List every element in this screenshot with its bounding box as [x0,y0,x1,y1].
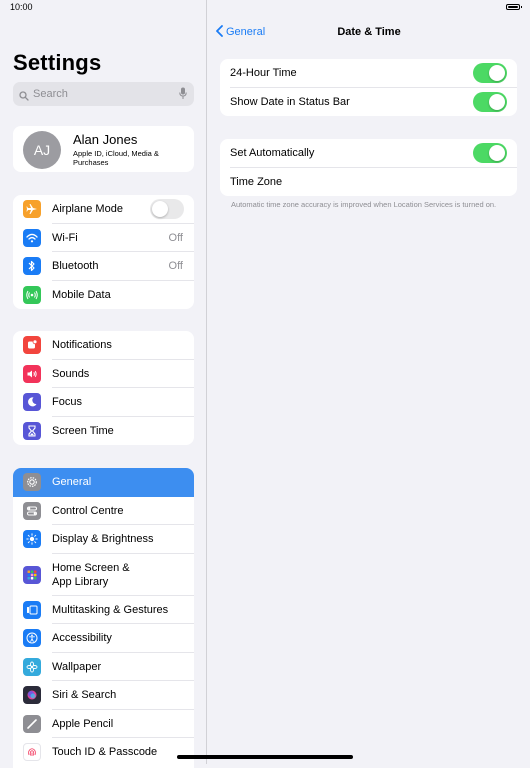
setting-label: Time Zone [230,175,283,188]
setting-label: Show Date in Status Bar [230,95,350,108]
sun-icon [23,530,41,548]
pencil-icon [23,714,41,733]
grid-icon [23,565,41,584]
moon-icon [23,393,41,411]
siri-icon [23,686,41,704]
sidebar-item-sounds[interactable]: Sounds [13,360,194,388]
sidebar-item-label: Control Centre [52,504,124,517]
wifi-status: Off [168,231,183,244]
detail-title: Date & Time [337,26,401,38]
setting-set-automatically: Set Automatically [220,139,517,168]
bluetooth-icon [23,257,41,275]
sidebar-item-label: Sounds [52,367,90,380]
setting-label: 24-Hour Time [230,67,297,79]
sidebar-item-label: Home Screen & App Library [52,561,130,588]
speaker-icon [23,364,41,383]
gear-icon [23,473,41,491]
sidebar-item-notifications[interactable]: Notifications [13,331,194,360]
avatar: AJ [23,131,61,169]
antenna-icon [23,285,41,304]
airplane-icon [23,200,41,218]
hourglass-icon [23,421,41,440]
sidebar-item-label: Siri & Search [52,689,117,701]
sidebar-item-accessibility[interactable]: Accessibility [13,624,194,653]
sidebar-item-label: Airplane Mode [52,203,123,215]
sidebar-item-screen-time[interactable]: Screen Time [13,417,194,446]
connectivity-group: Airplane Mode Wi-Fi Off Bluetooth Off Mo… [13,195,194,309]
show-date-toggle[interactable] [473,91,507,112]
airplane-mode-toggle[interactable] [150,199,184,219]
setting-label: Set Automatically [230,147,315,159]
sidebar-item-label: Screen Time [52,424,114,437]
sidebar-item-general[interactable]: General [13,468,194,497]
detail-pane: General Date & Time 24-Hour Time Show Da… [208,0,530,764]
sidebar-item-mobile-data[interactable]: Mobile Data [13,281,194,310]
sidebar-item-label: General [52,476,92,488]
notifications-group: Notifications Sounds Focus Screen Time [13,331,194,445]
sidebar-item-wifi[interactable]: Wi-Fi Off [13,224,194,252]
time-format-group: 24-Hour Time Show Date in Status Bar [220,59,517,116]
flower-icon [23,657,41,676]
time-zone-group: Set Automatically Time Zone [220,139,517,196]
bell-icon [23,336,41,354]
sidebar-item-label: Wi-Fi [52,231,78,244]
setting-24-hour-time: 24-Hour Time [220,59,517,88]
setting-time-zone[interactable]: Time Zone [220,168,517,197]
sidebar-item-control-centre[interactable]: Control Centre [13,497,194,525]
search-icon [19,88,29,106]
sidebar-item-focus[interactable]: Focus [13,388,194,417]
sidebar-item-multitasking[interactable]: Multitasking & Gestures [13,596,194,624]
bluetooth-status: Off [168,260,183,272]
profile-subtitle: Apple ID, iCloud, Media & Purchases [73,149,159,167]
home-indicator[interactable] [177,755,353,759]
fingerprint-icon [23,743,41,761]
switches-icon [23,501,41,520]
sidebar-item-label: Bluetooth [52,260,99,272]
sidebar-item-wallpaper[interactable]: Wallpaper [13,653,194,681]
setting-show-date-status-bar: Show Date in Status Bar [220,88,517,117]
sidebar-item-label: Focus [52,396,82,408]
sidebar-item-apple-pencil[interactable]: Apple Pencil [13,710,194,738]
sidebar-item-bluetooth[interactable]: Bluetooth Off [13,252,194,281]
24-hour-time-toggle[interactable] [473,63,507,83]
sidebar-item-touch-id[interactable]: Touch ID & Passcode [13,738,194,767]
sidebar: Settings AJ Alan Jones Apple ID, iCloud,… [0,0,207,768]
sidebar-item-airplane-mode[interactable]: Airplane Mode [13,195,194,224]
sidebar-item-label: Apple Pencil [52,717,114,730]
sidebar-item-label: Mobile Data [52,288,111,301]
general-group: General Control Centre Display & Brightn… [13,468,194,768]
sidebar-item-label: Wallpaper [52,660,102,673]
sidebar-item-display-brightness[interactable]: Display & Brightness [13,525,194,554]
sidebar-item-siri-search[interactable]: Siri & Search [13,681,194,710]
search-bar[interactable] [13,82,194,106]
search-input[interactable] [33,85,173,103]
wifi-icon [23,228,41,247]
set-automatically-toggle[interactable] [473,143,507,163]
profile-card[interactable]: AJ Alan Jones Apple ID, iCloud, Media & … [13,126,194,172]
page-title: Settings [13,50,102,75]
multitask-icon [23,600,41,619]
sidebar-item-label: Display & Brightness [52,533,154,545]
profile-name: Alan Jones [73,132,138,147]
sidebar-item-label: Accessibility [52,632,112,644]
footnote: Automatic time zone accuracy is improved… [231,200,497,209]
accessibility-icon [23,629,41,647]
sidebar-item-label: Multitasking & Gestures [52,603,169,616]
microphone-icon[interactable] [179,87,187,105]
sidebar-item-label: Touch ID & Passcode [52,746,158,758]
sidebar-item-home-screen[interactable]: Home Screen & App Library [13,554,194,596]
sidebar-item-label: Notifications [52,339,112,351]
